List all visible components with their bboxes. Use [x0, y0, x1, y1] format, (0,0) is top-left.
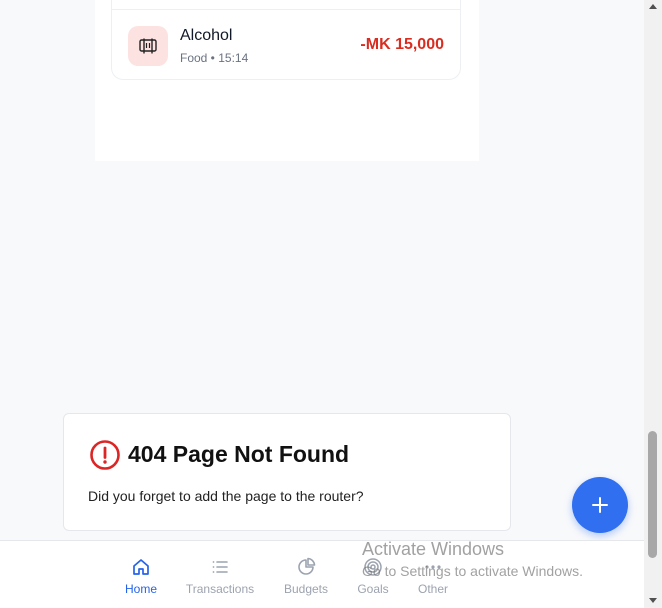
error-message: Did you forget to add the page to the ro… [88, 488, 364, 504]
alert-circle-icon [90, 440, 120, 470]
utensils-icon [139, 38, 157, 54]
nav-item-transactions[interactable]: Transactions [180, 557, 260, 596]
list-icon [212, 561, 228, 573]
more-icon [425, 565, 441, 569]
scroll-down-arrow-icon[interactable] [649, 598, 657, 603]
target-icon [364, 558, 382, 576]
bottom-navigation: Home Transactions Budgets Goals Other [0, 540, 644, 608]
error-title: 404 Page Not Found [128, 441, 350, 467]
error-card: 404 Page Not Found Did you forget to add… [63, 413, 511, 531]
vertical-scrollbar[interactable] [644, 0, 662, 608]
transaction-meta: Food • 15:14 [180, 51, 249, 65]
nav-item-other[interactable]: Other [393, 557, 473, 596]
nav-item-home[interactable]: Home [101, 557, 181, 596]
transaction-amount: -MK 15,000 [360, 36, 444, 53]
nav-label-home: Home [124, 582, 157, 596]
category-icon-box [128, 26, 168, 66]
scroll-up-arrow-icon[interactable] [649, 4, 657, 9]
content-panel: Alcohol Food • 15:14 -MK 15,000 [95, 0, 479, 161]
nav-label-other: Other [417, 582, 448, 596]
pie-chart-icon [298, 557, 316, 575]
add-transaction-button[interactable] [572, 477, 628, 533]
transactions-card: Alcohol Food • 15:14 -MK 15,000 [111, 0, 461, 80]
transaction-row[interactable]: Alcohol Food • 15:14 -MK 15,000 [112, 10, 460, 80]
plus-icon [592, 497, 608, 513]
nav-label-transactions: Transactions [185, 582, 255, 596]
transaction-name: Alcohol [180, 27, 233, 44]
home-icon [133, 559, 149, 575]
app-viewport: Alcohol Food • 15:14 -MK 15,000 404 Page… [0, 0, 662, 608]
scrollbar-thumb[interactable] [648, 431, 657, 558]
